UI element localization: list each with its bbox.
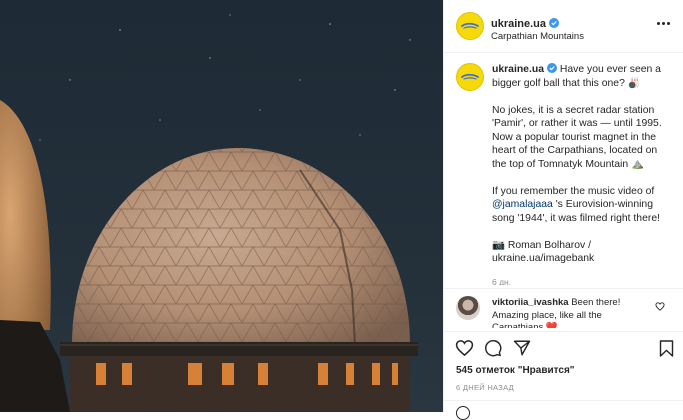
- caption-section: ukraine.ua Have you ever seen a bigger g…: [444, 53, 683, 285]
- caption-para3-before: If you remember the music video of: [492, 185, 655, 197]
- comment-icon[interactable]: [484, 339, 502, 357]
- divider: [444, 288, 683, 289]
- post-date[interactable]: 6 ДНЕЙ НАЗАД: [456, 383, 514, 392]
- commenter-avatar[interactable]: [456, 296, 480, 320]
- photo-credit: 📷 Roman Bolharov / ukraine.ua/imagebank: [492, 239, 668, 266]
- credit-line-1: Roman Bolharov /: [507, 239, 592, 251]
- more-options-icon: [657, 21, 660, 25]
- heart-icon[interactable]: [455, 339, 474, 357]
- paper-plane-icon[interactable]: [513, 339, 531, 357]
- likes-quoted: "Нравится": [517, 365, 575, 376]
- caption-paragraph-1: ukraine.ua Have you ever seen a bigger g…: [492, 63, 668, 90]
- caption-text: ukraine.ua Have you ever seen a bigger g…: [492, 63, 668, 285]
- comment-text: viktoriia_ivashka Been there! Amazing pl…: [492, 297, 652, 328]
- post-photo[interactable]: [0, 0, 443, 412]
- ukraine-logo-icon: [461, 22, 479, 29]
- likes-count[interactable]: 545 отметок "Нравится": [456, 365, 575, 376]
- commenter-username[interactable]: viktoriia_ivashka: [492, 297, 569, 308]
- bookmark-icon[interactable]: [659, 339, 674, 358]
- comment-heart-icon[interactable]: [655, 302, 665, 311]
- emoji-icon[interactable]: [456, 406, 470, 420]
- credit-line-2: ukraine.ua/imagebank: [492, 253, 595, 264]
- likes-label: отметок: [472, 365, 518, 376]
- caption-paragraph-3: If you remember the music video of @jama…: [492, 185, 668, 226]
- post-header: ukraine.ua Carpathian Mountains: [444, 0, 683, 53]
- radar-dome-photo: [0, 0, 443, 412]
- more-options-button[interactable]: [657, 18, 673, 28]
- post-sidebar: ukraine.ua Carpathian Mountains ukraine.…: [443, 0, 683, 420]
- caption-paragraph-2: No jokes, it is a secret radar station '…: [492, 104, 662, 170]
- post-location[interactable]: Carpathian Mountains: [491, 31, 584, 42]
- add-comment-bar: [444, 400, 683, 420]
- action-bar: [444, 334, 683, 364]
- caption-age: 6 дн.: [492, 277, 512, 285]
- likes-number: 545: [456, 365, 473, 376]
- camera-icon: 📷: [492, 239, 505, 251]
- verified-badge-icon: [546, 63, 557, 73]
- mention-link[interactable]: @jamalajaaa: [492, 199, 553, 210]
- more-dot: [667, 21, 670, 25]
- caption-username[interactable]: ukraine.ua: [492, 64, 544, 75]
- divider: [444, 331, 683, 332]
- profile-avatar[interactable]: [456, 12, 484, 40]
- ukraine-logo-icon: [461, 73, 479, 80]
- more-dot: [662, 21, 665, 25]
- header-username[interactable]: ukraine.ua: [491, 18, 546, 30]
- caption-avatar[interactable]: [456, 63, 484, 91]
- comment-item: viktoriia_ivashka Been there! Amazing pl…: [444, 290, 683, 328]
- verified-badge-icon: [549, 18, 560, 28]
